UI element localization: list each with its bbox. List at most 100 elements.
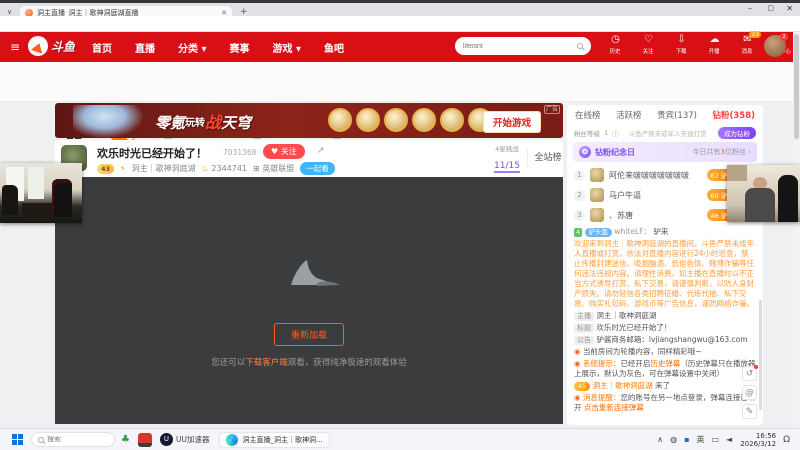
fan-name: 阿伦来啵啵啵啵啵啵啵 [609,170,689,180]
sidebar-tab-online-rank[interactable]: 在线榜 [575,109,601,121]
nav-item-messages[interactable]: ✉ 消息 23 [734,31,761,55]
minor-warning: 斗鱼严禁未成年人充值打赏 [628,129,707,138]
site-search[interactable] [455,37,591,55]
streamer-name[interactable]: 洞主｜歌神洞庭湖 [132,163,196,174]
user-avatar[interactable]: 2 [764,33,788,57]
mention-icon[interactable]: @ [742,385,757,400]
plant-app-icon[interactable]: ♣ [121,434,130,445]
taskbar-search[interactable] [31,432,115,447]
taskbar: ♣ U UU加速器 洞主直播_洞主｜歌神洞... ∧ ◍ ▪ 英 ▭ ◄ 16:56 20… [0,428,800,450]
volume-icon[interactable]: ◄ [726,435,732,444]
site-rank-board[interactable]: 全站榜 [528,145,568,171]
sidebar-tabs: 在线榜 活跃榜 贵宾(137) 钻粉(358) [567,105,763,125]
sidebar-tab-diamond-fans[interactable]: 钻粉(358) [712,109,755,121]
hidden-icons-icon[interactable]: ∧ [657,435,663,444]
taskbar-search-input[interactable] [47,436,102,443]
uu-booster-app[interactable]: U UU加速器 [159,433,209,446]
nav-link-home[interactable]: 首页 [92,40,112,55]
nav-item-history[interactable]: ◷ 历史 [602,34,629,55]
window-minimize-button[interactable]: – [748,4,752,13]
stream-meta: 43 ⚡ 洞主｜歌神洞庭湖 ♨ 2344741 ⊞ 英雄联盟 一起看 [97,162,335,175]
douyu-logo[interactable]: 斗鱼 [28,36,75,56]
chat-user[interactable]: whiteLF： [614,227,651,236]
tray-app-blue-icon[interactable]: ▪ [684,435,689,444]
download-label: 下载 [676,48,687,55]
red-app-icon[interactable] [137,432,152,447]
alert-row: ◉ 消息提醒：您的账号在另一地点登录，弹幕连接已断开 点击重新连接弹幕 [574,393,756,412]
edge-taskbar-window[interactable]: 洞主直播_洞主｜歌神洞... [219,431,330,448]
reconnect-danmu-link[interactable]: 点击重新连接弹幕 [584,403,644,412]
left-camera-window[interactable] [0,163,82,223]
loop-icon: ◉ [574,347,581,356]
banner-prize-icon [356,108,380,132]
banner-prize-icon [384,108,408,132]
window-maximize-button[interactable]: ▢ [767,4,774,12]
star-challenge[interactable]: 4星挑战 11/15 [487,143,527,173]
douyu-navbar: ≡ 斗鱼 首页直播分类 ▾赛事游戏 ▾鱼吧 ◷历史♡关注⇩下载☁开播✉消息23◎… [0,31,800,62]
banner-prizes [328,108,492,132]
video-player[interactable]: 重新加载 您还可以下载客户端观看，获得纯净极速的观看体验 [55,177,563,424]
tray-app-circle-icon[interactable]: ◍ [670,435,677,444]
chat-messages: 4 驴头盔 whiteLF： 驴来 欢迎来到洞主｜歌神洞庭湖的直播间，斗鱼严禁未… [567,226,763,425]
right-camera-window[interactable] [727,165,800,222]
room-id: 7031368 [223,148,257,157]
nav-link-games[interactable]: 游戏 ▾ [273,40,302,55]
clock-date: 2026/3/12 [740,439,777,448]
hamburger-menu-icon[interactable]: ≡ [10,40,20,54]
follow-button[interactable]: ♥ 关注 [263,144,305,159]
welcome-notice: 欢迎来到洞主｜歌神洞庭湖的直播间，斗鱼严禁未成年人直播或打赏，依法对直播内容进行… [574,239,754,308]
ime-icon[interactable]: 英 [696,434,704,445]
system-icon: ◉ [574,359,581,368]
history-danmu-link[interactable]: 历史弹幕 [650,359,680,368]
sidebar-scrollbar[interactable] [759,300,762,410]
sidebar-tab-active-rank[interactable]: 活跃榜 [616,109,642,121]
banner-prize-icon [440,108,464,132]
share-icon[interactable]: ↗ [317,146,325,156]
sidebar-tab-vip[interactable]: 贵宾(137) [657,109,697,121]
player-tip: 您还可以下载客户端观看，获得纯净极速的观看体验 [211,358,407,368]
danmu-history-icon[interactable]: ↺ [742,365,758,381]
window-close-button[interactable]: ✕ [786,4,793,13]
download-client-link[interactable]: 下载客户端 [245,358,288,368]
nav-link-yuba[interactable]: 鱼吧 [324,40,344,55]
compose-danmu-icon[interactable]: ✎ [742,404,757,419]
broadcast-label: 开播 [709,48,720,55]
start-button[interactable] [12,434,23,445]
category-icon: ⊞ [253,164,260,173]
browser-tab-bar: ∨ 洞主直播_洞主｜歌神洞庭湖直播_ ✕ + – ▢ ✕ [0,3,800,19]
alert-icon: ◉ [574,393,581,402]
info-icon: ⓘ [612,129,619,138]
tab-search-chevron-icon[interactable]: ∨ [7,8,12,16]
follow-label: 关注 [643,48,654,55]
lightning-icon: ⚡ [120,164,126,173]
nav-item-download[interactable]: ⇩ 下载 [668,34,695,55]
nav-link-esports[interactable]: 赛事 [230,40,250,55]
diamond-anniversary-card[interactable]: ✪ 钻粉纪念日 今日共有3位粉丝 › [573,142,757,162]
start-game-button[interactable]: 开始游戏 [483,111,542,133]
nav-link-live[interactable]: 直播 [135,40,155,55]
search-input[interactable] [463,42,577,50]
taskbar-clock[interactable]: 16:56 2026/3/12 [740,432,776,448]
nav-link-category[interactable]: 分类 ▾ [178,40,207,55]
follow-icon: ♡ [644,34,653,45]
nav-item-broadcast[interactable]: ☁ 开播 [701,34,728,55]
douyu-shark-icon [28,36,48,56]
medal-badge: 驴头盔 [584,228,613,237]
system-notice-row: ◉ 系统提示：已经开启历史弹幕（历史弹幕只在播放器上展示，默认为灰色，可在弹幕设… [574,359,756,378]
search-icon[interactable] [577,43,583,49]
broadcast-icon: ☁ [709,34,720,45]
nav-item-follow[interactable]: ♡ 关注 [635,34,662,55]
uu-booster-icon: U [159,433,173,446]
download-icon: ⇩ [677,34,686,45]
page-scrollbar-thumb[interactable] [794,34,799,139]
watch-together-badge[interactable]: 一起看 [300,162,335,175]
messages-badge: 23 [749,31,761,38]
become-diamond-fan-button[interactable]: 成为钻粉 [718,126,756,139]
player-loading-fin-icon [291,260,340,286]
notification-bell-icon[interactable]: Ω [783,435,790,445]
unread-dot [754,365,758,369]
reload-button[interactable]: 重新加载 [273,323,344,346]
ad-banner[interactable]: 零氪玩转战天穹 开始游戏 广告 [55,103,563,138]
monitor-icon[interactable]: ▭ [711,435,719,444]
screen: ∨ 洞主直播_洞主｜歌神洞庭湖直播_ ✕ + – ▢ ✕ ← ⟳ https:/… [0,0,800,450]
